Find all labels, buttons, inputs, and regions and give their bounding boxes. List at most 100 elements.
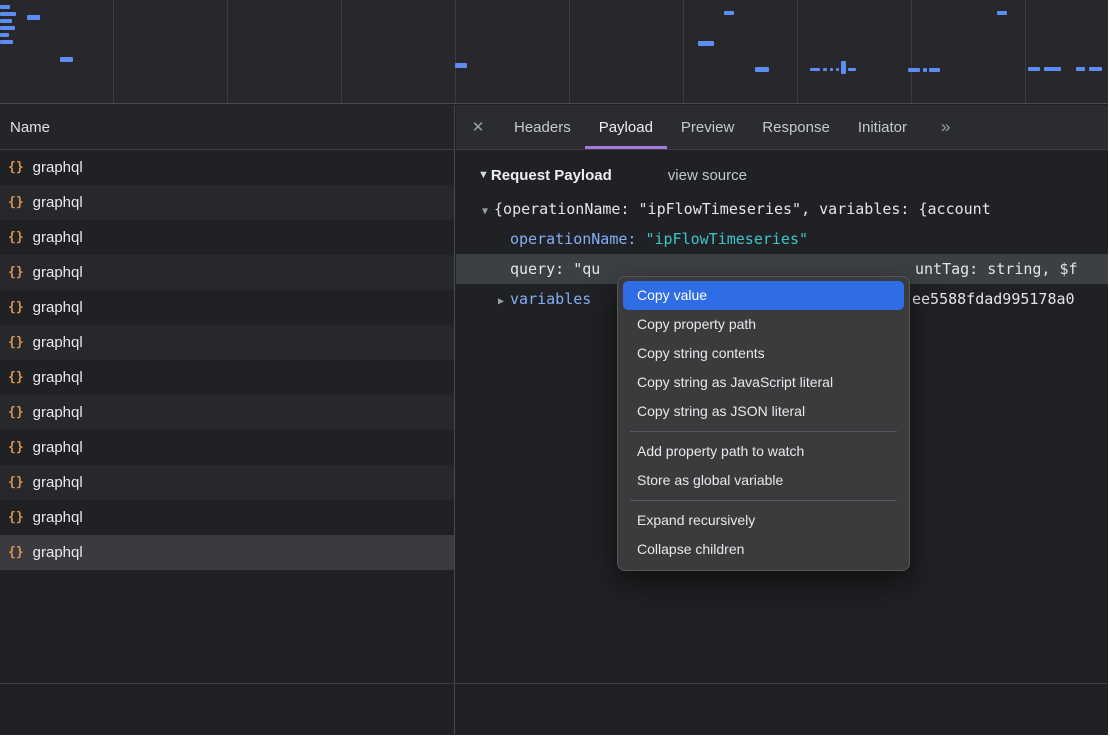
tab-payload[interactable]: Payload xyxy=(585,105,667,149)
list-header-name[interactable]: Name xyxy=(0,105,454,150)
timeline-bar xyxy=(698,41,714,46)
json-braces-icon: {} xyxy=(8,300,24,315)
network-panel: Name {}graphql{}graphql{}graphql{}graphq… xyxy=(0,105,455,735)
menu-item-copy-string-contents[interactable]: Copy string contents xyxy=(623,339,904,368)
menu-item-copy-value[interactable]: Copy value xyxy=(623,281,904,310)
request-payload-section-header[interactable]: ▼ Request Payload view source xyxy=(456,163,1108,187)
property-key: query: xyxy=(510,260,573,278)
section-expander-icon[interactable]: ▼ xyxy=(478,169,489,181)
table-summary-divider xyxy=(0,683,1108,684)
json-braces-icon: {} xyxy=(8,370,24,385)
timeline-bar xyxy=(841,61,846,74)
request-name: graphql xyxy=(33,509,83,526)
menu-item-copy-string-as-json-literal[interactable]: Copy string as JSON literal xyxy=(623,397,904,426)
json-braces-icon: {} xyxy=(8,545,24,560)
timeline-bar xyxy=(0,33,9,37)
timeline-bar xyxy=(848,68,856,71)
property-key: operationName: xyxy=(510,230,645,248)
request-row[interactable]: {} graphql xyxy=(0,360,454,395)
root-preview: {operationName: "ipFlowTimeseries", vari… xyxy=(494,200,991,218)
timeline-bar xyxy=(724,11,734,15)
property-key: variables xyxy=(510,290,591,308)
payload-row-operationname[interactable]: operationName: "ipFlowTimeseries" xyxy=(456,224,1108,254)
menu-item-add-property-path-to-watch[interactable]: Add property path to watch xyxy=(623,437,904,466)
view-source-link[interactable]: view source xyxy=(668,167,747,184)
tabs-holder: HeadersPayloadPreviewResponseInitiator xyxy=(500,105,921,149)
request-name: graphql xyxy=(33,439,83,456)
request-name: graphql xyxy=(33,229,83,246)
json-braces-icon: {} xyxy=(8,335,24,350)
name-column-label: Name xyxy=(10,119,50,136)
timeline-bar xyxy=(836,68,839,71)
request-list: {} graphql {} graphql {} graphql {} graphql {} gr… xyxy=(0,150,454,570)
menu-separator xyxy=(630,431,897,432)
json-braces-icon: {} xyxy=(8,265,24,280)
tab-response[interactable]: Response xyxy=(748,105,844,149)
tab-preview[interactable]: Preview xyxy=(667,105,748,149)
timeline-bar xyxy=(0,12,16,16)
request-name: graphql xyxy=(33,299,83,316)
timeline-bar xyxy=(755,67,769,72)
timeline-bar xyxy=(823,68,827,71)
close-detail-pane-button[interactable]: ✕ xyxy=(456,105,500,149)
tab-initiator[interactable]: Initiator xyxy=(844,105,921,149)
menu-item-expand-recursively[interactable]: Expand recursively xyxy=(623,506,904,535)
property-value-continued: untTag: string, $f xyxy=(915,254,1078,284)
request-row[interactable]: {} graphql xyxy=(0,535,454,570)
menu-separator xyxy=(630,500,897,501)
timeline-bar xyxy=(0,26,15,30)
timeline-bar xyxy=(0,19,12,23)
timeline-bar xyxy=(0,40,13,44)
request-name: graphql xyxy=(33,474,83,491)
section-title: Request Payload xyxy=(491,167,612,184)
timeline-bar xyxy=(929,68,940,72)
json-braces-icon: {} xyxy=(8,440,24,455)
menu-item-store-as-global-variable[interactable]: Store as global variable xyxy=(623,466,904,495)
timeline-bar xyxy=(810,68,820,71)
request-row[interactable]: {} graphql xyxy=(0,150,454,185)
timeline-bar xyxy=(997,11,1007,15)
request-row[interactable]: {} graphql xyxy=(0,255,454,290)
tab-headers[interactable]: Headers xyxy=(500,105,585,149)
timeline-bar xyxy=(1089,67,1102,71)
devtools-window: Name {}graphql{}graphql{}graphql{}graphq… xyxy=(0,0,1108,735)
timeline-overview[interactable] xyxy=(0,0,1108,104)
request-name: graphql xyxy=(33,264,83,281)
property-value: "ipFlowTimeseries" xyxy=(645,230,808,248)
request-row[interactable]: {}graphql xyxy=(0,185,454,220)
request-row[interactable]: {} graphql xyxy=(0,325,454,360)
timeline-bar xyxy=(1076,67,1085,71)
request-row[interactable]: {}graphql xyxy=(0,395,454,430)
context-menu: Copy valueCopy property pathCopy string … xyxy=(617,276,910,571)
request-row[interactable]: {} graphql xyxy=(0,220,454,255)
json-braces-icon: {} xyxy=(8,160,24,175)
menu-item-collapse-children[interactable]: Collapse children xyxy=(623,535,904,564)
expander-closed-icon[interactable]: ▶ xyxy=(498,296,504,307)
json-braces-icon: {} xyxy=(8,195,24,210)
timeline-bar xyxy=(1044,67,1061,71)
timeline-bar xyxy=(908,68,920,72)
timeline-bar xyxy=(60,57,73,62)
request-row[interactable]: {} graphql xyxy=(0,430,454,465)
request-name: graphql xyxy=(33,544,83,561)
timeline-bar xyxy=(27,15,40,20)
expander-open-icon[interactable]: ▼ xyxy=(482,206,488,217)
property-value-continued: ee5588fdad995178a0 xyxy=(912,284,1075,314)
json-braces-icon: {} xyxy=(8,475,24,490)
json-braces-icon: {} xyxy=(8,230,24,245)
request-row[interactable]: {} graphql xyxy=(0,290,454,325)
request-name: graphql xyxy=(33,369,83,386)
request-name: graphql xyxy=(33,334,83,351)
more-tabs-icon[interactable]: » xyxy=(929,105,964,149)
request-row[interactable]: {} graphql xyxy=(0,500,454,535)
menu-item-copy-string-as-javascript-literal[interactable]: Copy string as JavaScript literal xyxy=(623,368,904,397)
request-name: graphql xyxy=(33,404,83,421)
menu-item-copy-property-path[interactable]: Copy property path xyxy=(623,310,904,339)
request-row[interactable]: {} graphql xyxy=(0,465,454,500)
payload-root-row[interactable]: ▼ {operationName: "ipFlowTimeseries", var… xyxy=(456,194,1108,224)
detail-tabs: ✕ HeadersPayloadPreviewResponseInitiator… xyxy=(456,105,1108,150)
json-braces-icon: {} xyxy=(8,510,24,525)
request-name: graphql xyxy=(33,159,83,176)
timeline-bar xyxy=(923,68,927,72)
timeline-bar xyxy=(1028,67,1040,71)
